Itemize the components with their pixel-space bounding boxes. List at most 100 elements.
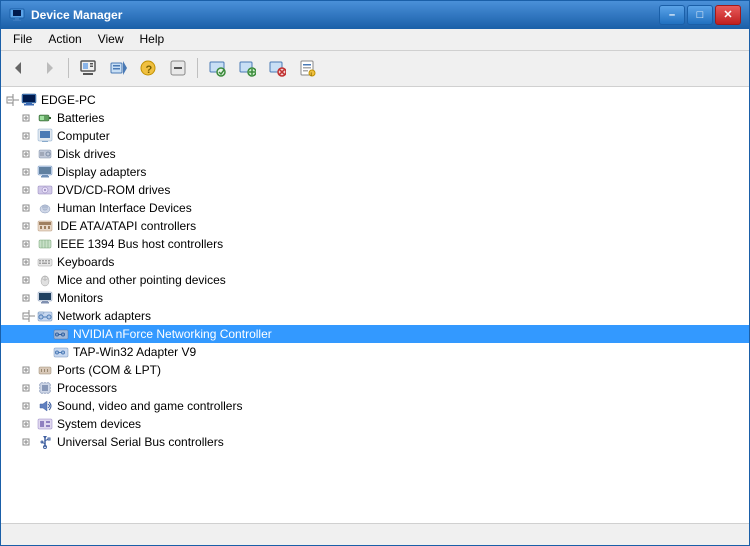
expand-sound-icon xyxy=(21,398,37,414)
tapwin-icon xyxy=(53,344,69,360)
tree-item-system-devices[interactable]: System devices xyxy=(1,415,749,433)
menu-help[interactable]: Help xyxy=(132,30,173,48)
expand-computer-icon xyxy=(21,128,37,144)
usb-label: Universal Serial Bus controllers xyxy=(57,435,224,449)
tree-item-disk-drives[interactable]: Disk drives xyxy=(1,145,749,163)
device-tree: EDGE-PC Batteries xyxy=(1,91,749,451)
tree-item-hid[interactable]: Human Interface Devices xyxy=(1,199,749,217)
disk-drives-label: Disk drives xyxy=(57,147,116,161)
title-bar-text: Device Manager xyxy=(31,8,659,22)
monitors-label: Monitors xyxy=(57,291,103,305)
sound-icon xyxy=(37,398,53,414)
nvidia-label: NVIDIA nForce Networking Controller xyxy=(73,327,272,341)
display-icon xyxy=(37,164,53,180)
root-label: EDGE-PC xyxy=(41,93,96,107)
computer-device-icon xyxy=(37,128,53,144)
expand-monitors-icon xyxy=(21,290,37,306)
back-button[interactable] xyxy=(5,55,33,81)
forward-button[interactable] xyxy=(35,55,63,81)
mouse-icon xyxy=(37,272,53,288)
separator-1 xyxy=(68,58,69,78)
expand-nvidia-icon xyxy=(37,326,53,342)
tree-item-sound[interactable]: Sound, video and game controllers xyxy=(1,397,749,415)
minimize-button[interactable]: – xyxy=(659,5,685,25)
expand-ports-icon xyxy=(21,362,37,378)
title-bar: Device Manager – □ ✕ xyxy=(1,1,749,29)
toolbar: ? xyxy=(1,51,749,87)
computer-label: Computer xyxy=(57,129,110,143)
ieee-label: IEEE 1394 Bus host controllers xyxy=(57,237,223,251)
tree-item-ports[interactable]: Ports (COM & LPT) xyxy=(1,361,749,379)
tree-item-dvd[interactable]: DVD/CD-ROM drives xyxy=(1,181,749,199)
expand-disk-icon xyxy=(21,146,37,162)
expand-display-icon xyxy=(21,164,37,180)
title-bar-icon xyxy=(9,7,25,23)
menu-action[interactable]: Action xyxy=(40,30,89,48)
tree-item-keyboards[interactable]: Keyboards xyxy=(1,253,749,271)
processors-label: Processors xyxy=(57,381,117,395)
properties2-button[interactable]: i xyxy=(293,55,321,81)
scan-button[interactable] xyxy=(203,55,231,81)
svg-text:?: ? xyxy=(146,64,153,76)
menu-view[interactable]: View xyxy=(90,30,132,48)
title-bar-buttons: – □ ✕ xyxy=(659,5,741,25)
maximize-button[interactable]: □ xyxy=(687,5,713,25)
tree-item-root[interactable]: EDGE-PC xyxy=(1,91,749,109)
add-hardware-button[interactable] xyxy=(233,55,261,81)
disk-icon xyxy=(37,146,53,162)
tree-item-ide[interactable]: IDE ATA/ATAPI controllers xyxy=(1,217,749,235)
expand-system-icon xyxy=(21,416,37,432)
expand-hid-icon xyxy=(21,200,37,216)
nvidia-icon xyxy=(53,326,69,342)
batteries-label: Batteries xyxy=(57,111,104,125)
tree-item-usb[interactable]: Universal Serial Bus controllers xyxy=(1,433,749,451)
close-button[interactable]: ✕ xyxy=(715,5,741,25)
expand-mice-icon xyxy=(21,272,37,288)
port-icon xyxy=(37,362,53,378)
sound-label: Sound, video and game controllers xyxy=(57,399,242,413)
tree-item-tapwin[interactable]: TAP-Win32 Adapter V9 xyxy=(1,343,749,361)
menu-file[interactable]: File xyxy=(5,30,40,48)
system-devices-label: System devices xyxy=(57,417,141,431)
expand-batteries-icon xyxy=(21,110,37,126)
uninstall-button[interactable] xyxy=(263,55,291,81)
expand-dvd-icon xyxy=(21,182,37,198)
properties-button[interactable] xyxy=(74,55,102,81)
tree-item-computer[interactable]: Computer xyxy=(1,127,749,145)
tree-item-nvidia[interactable]: NVIDIA nForce Networking Controller xyxy=(1,325,749,343)
expand-ieee-icon xyxy=(21,236,37,252)
expand-ide-icon xyxy=(21,218,37,234)
processor-icon xyxy=(37,380,53,396)
dvd-icon xyxy=(37,182,53,198)
ports-label: Ports (COM & LPT) xyxy=(57,363,161,377)
ieee-icon xyxy=(37,236,53,252)
disable-button[interactable] xyxy=(164,55,192,81)
tapwin-label: TAP-Win32 Adapter V9 xyxy=(73,345,196,359)
monitor-icon xyxy=(37,290,53,306)
tree-item-network-adapters[interactable]: Network adapters xyxy=(1,307,749,325)
expand-network-icon xyxy=(21,308,37,324)
network-folder-icon xyxy=(37,308,53,324)
hid-label: Human Interface Devices xyxy=(57,201,192,215)
tree-item-mice[interactable]: Mice and other pointing devices xyxy=(1,271,749,289)
help-button[interactable]: ? xyxy=(134,55,162,81)
ide-label: IDE ATA/ATAPI controllers xyxy=(57,219,196,233)
battery-icon xyxy=(37,110,53,126)
ide-icon xyxy=(37,218,53,234)
display-adapters-label: Display adapters xyxy=(57,165,146,179)
dvd-label: DVD/CD-ROM drives xyxy=(57,183,170,197)
tree-item-monitors[interactable]: Monitors xyxy=(1,289,749,307)
separator-2 xyxy=(197,58,198,78)
keyboards-label: Keyboards xyxy=(57,255,114,269)
expand-usb-icon xyxy=(21,434,37,450)
mice-label: Mice and other pointing devices xyxy=(57,273,226,287)
status-bar xyxy=(1,523,749,545)
tree-item-ieee[interactable]: IEEE 1394 Bus host controllers xyxy=(1,235,749,253)
tree-item-batteries[interactable]: Batteries xyxy=(1,109,749,127)
tree-item-display-adapters[interactable]: Display adapters xyxy=(1,163,749,181)
expand-processors-icon xyxy=(21,380,37,396)
update-driver-button[interactable] xyxy=(104,55,132,81)
computer-icon xyxy=(21,92,37,108)
tree-item-processors[interactable]: Processors xyxy=(1,379,749,397)
network-adapters-label: Network adapters xyxy=(57,309,151,323)
